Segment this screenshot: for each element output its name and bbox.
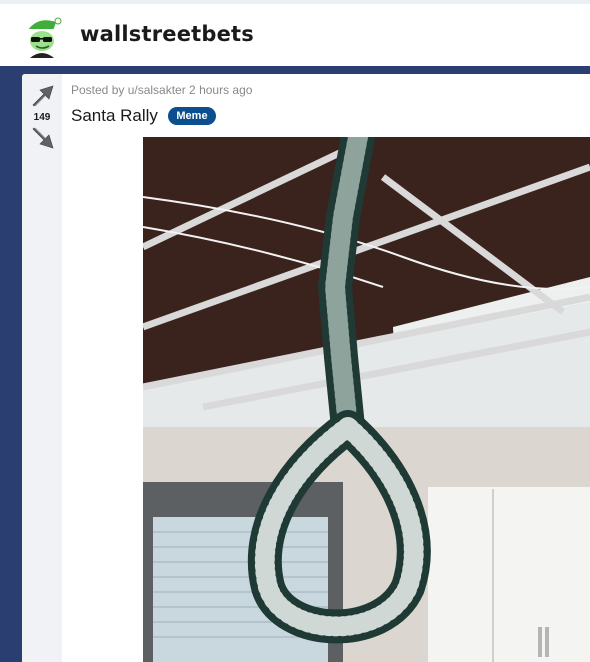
post-image[interactable] <box>141 120 590 662</box>
post-title[interactable]: Santa Rally <box>71 106 158 126</box>
downvote-arrow-icon[interactable] <box>30 126 56 152</box>
post-card[interactable]: 149 Posted by u/salsakter 2 hours ago Sa… <box>22 74 590 662</box>
vote-count: 149 <box>33 112 51 123</box>
upvote-arrow-icon[interactable] <box>30 82 56 108</box>
post-title-row: Santa Rally Meme <box>71 106 216 132</box>
post-meta: Posted by u/salsakter 2 hours ago <box>71 83 253 97</box>
vote-column: 149 <box>22 74 62 662</box>
flair-badge[interactable]: Meme <box>168 107 216 125</box>
subreddit-header: wallstreetbets <box>0 0 590 66</box>
wsb-elf-mascot-icon[interactable] <box>22 16 62 58</box>
subreddit-name[interactable]: wallstreetbets <box>80 22 254 46</box>
